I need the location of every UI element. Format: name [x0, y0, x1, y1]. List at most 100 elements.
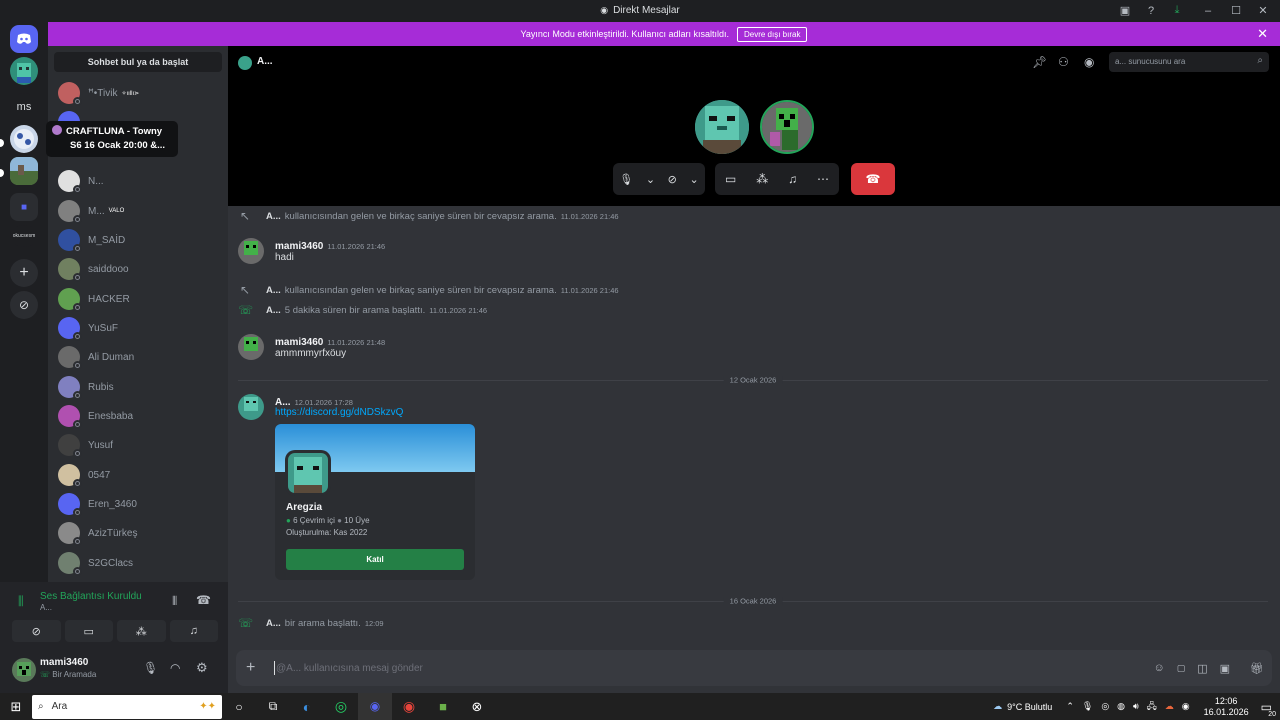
discover-icon[interactable]: ⊘ — [10, 291, 38, 319]
message-avatar[interactable] — [238, 334, 264, 360]
edge-icon[interactable]: ◐ — [290, 699, 324, 715]
call-screen-share-icon[interactable]: ▭ — [725, 172, 736, 186]
dm-item[interactable]: Ali Duman — [58, 344, 222, 370]
tray-mic-icon[interactable]: 🎙︎ — [1082, 701, 1093, 712]
headphones-icon[interactable]: ◠ — [170, 661, 180, 675]
discord-taskbar-icon[interactable]: ◉ — [358, 693, 392, 720]
voice-status[interactable]: Ses Bağlantısı Kuruldu — [40, 591, 142, 602]
inbox-icon[interactable]: ▣ — [1112, 0, 1138, 21]
disable-streamer-mode-button[interactable]: Devre dışı bırak — [736, 26, 808, 42]
gif-icon[interactable]: ▢ — [1177, 663, 1186, 674]
banner-close-icon[interactable]: ✕ — [1257, 26, 1268, 42]
close-window-button[interactable]: ✕ — [1246, 0, 1280, 21]
home-discord-icon[interactable] — [10, 25, 38, 53]
dm-item[interactable]: Rubis — [58, 374, 222, 400]
call-avatar-1[interactable] — [695, 100, 749, 154]
msg-user[interactable]: A... — [266, 285, 281, 296]
volume-icon[interactable]: 🔊︎ — [1133, 701, 1139, 712]
download-icon[interactable]: ⤓ — [1164, 0, 1190, 21]
clock[interactable]: 12:06 16.01.2026 — [1204, 696, 1249, 718]
join-button[interactable]: Katıl — [286, 549, 464, 570]
dm-item[interactable]: AzizTürkeş — [58, 520, 222, 546]
msg-username[interactable]: mami3460 — [275, 337, 323, 348]
dm-item[interactable]: S2GClacs — [58, 550, 222, 576]
attach-plus-icon[interactable]: + — [246, 659, 266, 677]
screen-share-icon[interactable]: ▭ — [64, 620, 113, 642]
server-search-input[interactable]: a... sunucusunu ara ⌕ — [1109, 52, 1269, 72]
header-name[interactable]: A... — [257, 56, 273, 67]
gift-icon[interactable]: 🎁︎ — [1250, 662, 1264, 675]
call-activities-icon[interactable]: ⁂ — [756, 172, 768, 186]
dm-search-button[interactable]: Sohbet bul ya da başlat — [54, 52, 222, 72]
help-icon[interactable]: ? — [1138, 0, 1164, 21]
call-camera-off-icon[interactable]: ⊘ — [668, 173, 677, 186]
sticker-icon[interactable]: ◫ — [1197, 662, 1207, 675]
dm-item[interactable]: M_SAİD — [58, 227, 222, 253]
invite-link[interactable]: https://discord.gg/dNDSkzvQ — [275, 407, 403, 418]
msg-user[interactable]: A... — [266, 211, 281, 222]
tray-cloud-icon[interactable]: ☁ — [1165, 701, 1174, 712]
dm-item[interactable]: Enesbaba — [58, 403, 222, 429]
add-server-icon[interactable]: + — [10, 259, 38, 287]
mic-icon[interactable]: 🎙︎ — [143, 661, 158, 675]
dm-item[interactable]: N... — [58, 168, 222, 194]
server-icon-craftluna[interactable] — [10, 125, 38, 153]
dm-item[interactable]: Eren_3460 — [58, 491, 222, 517]
dm-item[interactable]: 0547 — [58, 462, 222, 488]
msg-user[interactable]: A... — [266, 618, 281, 629]
dm-item[interactable]: ꟸ•Tivik ✧ııllı⋗ — [58, 80, 222, 106]
server-ms[interactable]: ms — [10, 93, 38, 121]
call-mic-icon[interactable]: 🎙︎ — [619, 173, 633, 186]
tray-whatsapp-icon[interactable]: ◎ — [1101, 701, 1109, 712]
tray-discord-icon[interactable]: ◉ — [1182, 701, 1190, 712]
notifications-icon[interactable]: ▭ 20 — [1261, 700, 1276, 718]
dm-item[interactable]: Yusuf — [58, 432, 222, 458]
activities-icon[interactable]: ⁂ — [117, 620, 166, 642]
hangup-button[interactable]: ☎ — [851, 163, 895, 195]
camera-chevron-icon[interactable]: ⌄ — [689, 173, 698, 186]
pin-icon[interactable]: 📌︎ — [1032, 55, 1047, 69]
call-soundboard-icon[interactable]: ♫ — [788, 172, 797, 186]
disconnect-icon[interactable]: ☎ — [196, 593, 211, 607]
minimize-button[interactable]: – — [1190, 0, 1226, 21]
widgets-icon[interactable]: ⧉ — [256, 699, 290, 714]
server-small-label[interactable]: okucsesm — [10, 225, 38, 247]
msg-username[interactable]: mami3460 — [275, 241, 323, 252]
camera-off-icon[interactable]: ⊘ — [12, 620, 61, 642]
network-icon[interactable]: 🖧︎ — [1147, 699, 1157, 715]
more-options-icon[interactable]: ⋯ — [817, 172, 829, 186]
settings-gear-icon[interactable]: ⚙ — [196, 660, 208, 676]
task-view-icon[interactable]: ○ — [222, 700, 256, 714]
folder-icon[interactable]: ■ — [10, 193, 38, 221]
profile-icon[interactable]: ◉ — [1084, 55, 1094, 69]
message-avatar[interactable] — [238, 238, 264, 264]
user-name[interactable]: mami3460 — [40, 657, 88, 668]
whatsapp-icon[interactable]: ◎ — [324, 698, 358, 715]
soundboard-icon[interactable]: ♫ — [169, 620, 218, 642]
dm-item[interactable]: saiddooo — [58, 256, 222, 282]
noise-suppression-icon[interactable]: ⦀ — [172, 594, 177, 609]
taskbar-search[interactable]: ⌕ Ara ✦✦ — [32, 694, 222, 719]
dm-item[interactable]: YuSuF — [58, 315, 222, 341]
user-avatar[interactable] — [12, 658, 36, 682]
add-friend-icon[interactable]: ⚇ — [1058, 55, 1069, 69]
maximize-button[interactable]: ☐ — [1226, 0, 1246, 21]
tray-app-icon[interactable]: ◍ — [1117, 701, 1125, 712]
dm-item[interactable]: M... VALO — [58, 198, 222, 224]
app-icon[interactable]: ⊗ — [460, 699, 494, 715]
tray-chevron-icon[interactable]: ⌃ — [1066, 701, 1074, 712]
emoji-icon[interactable]: ☺ — [1153, 662, 1164, 674]
message-input[interactable]: @A... kullanıcısına mesaj gönder — [276, 663, 1153, 674]
mic-chevron-icon[interactable]: ⌄ — [646, 173, 655, 186]
dm-item[interactable]: HACKER — [58, 286, 222, 312]
voice-channel[interactable]: A... — [40, 603, 52, 612]
message-avatar[interactable] — [238, 394, 264, 420]
call-avatar-2[interactable] — [760, 100, 814, 154]
chrome-icon[interactable]: ◉ — [392, 698, 426, 715]
image-icon[interactable]: ▣ — [1220, 662, 1230, 675]
windows-start-icon[interactable]: ⊞ — [0, 699, 32, 715]
server-icon-landscape[interactable] — [10, 157, 38, 185]
minecraft-icon[interactable]: ■ — [426, 699, 460, 714]
msg-user[interactable]: A... — [266, 305, 281, 316]
server-icon-1[interactable] — [10, 57, 38, 85]
